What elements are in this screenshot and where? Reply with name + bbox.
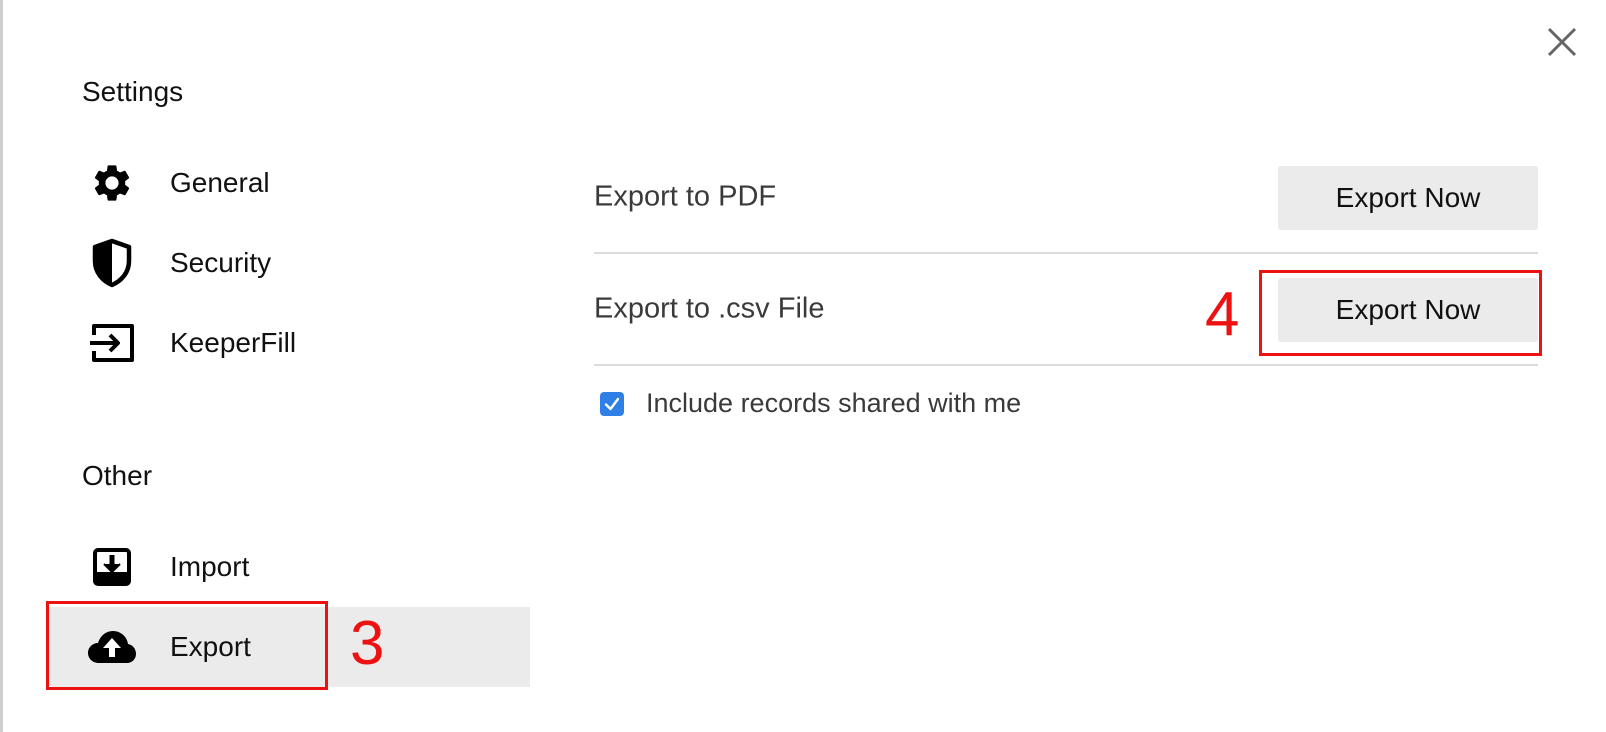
annotation-step-4: 4 — [1205, 280, 1240, 349]
sidebar-item-general[interactable]: General — [46, 143, 530, 223]
settings-section-title: Settings — [82, 76, 184, 107]
sidebar-item-security[interactable]: Security — [46, 223, 530, 303]
export-csv-button[interactable]: Export Now — [1278, 278, 1538, 342]
export-csv-row: Export to .csv File Export Now — [594, 254, 1538, 366]
checkmark-icon — [604, 397, 620, 410]
sidebar-item-keeperfill[interactable]: KeeperFill — [46, 303, 530, 383]
sidebar-item-import[interactable]: Import — [46, 527, 530, 607]
sidebar-item-label: Import — [170, 551, 250, 582]
close-icon — [1547, 27, 1577, 57]
gear-icon — [84, 155, 140, 211]
sidebar-item-export[interactable]: Export — [46, 607, 530, 687]
dialog-left-edge — [0, 0, 3, 732]
import-icon — [84, 539, 140, 595]
annotation-step-3: 3 — [350, 609, 385, 678]
sidebar-item-label: Security — [170, 247, 272, 278]
sidebar-item-label: General — [170, 167, 270, 198]
other-section-title: Other — [82, 460, 153, 491]
export-csv-label: Export to .csv File — [594, 292, 825, 325]
include-shared-checkbox[interactable] — [600, 391, 624, 416]
include-shared-label: Include records shared with me — [646, 388, 1022, 418]
close-button[interactable] — [1540, 20, 1584, 64]
sidebar-item-label: Export — [170, 631, 251, 662]
keeperfill-icon — [84, 315, 140, 371]
cloud-upload-icon — [84, 619, 140, 675]
export-pdf-button[interactable]: Export Now — [1278, 166, 1538, 230]
shield-icon — [84, 235, 140, 291]
sidebar-item-label: KeeperFill — [170, 327, 297, 358]
include-shared-option: Include records shared with me — [600, 388, 1021, 419]
export-pdf-label: Export to PDF — [594, 180, 777, 213]
export-pdf-row: Export to PDF Export Now — [594, 142, 1538, 254]
